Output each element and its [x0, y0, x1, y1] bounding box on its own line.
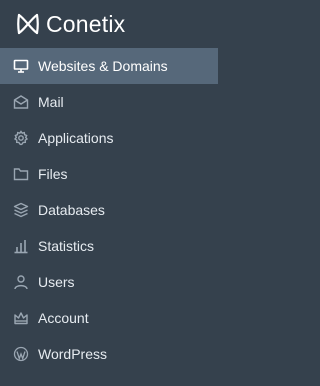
nav-item-files[interactable]: Files [0, 156, 218, 192]
nav-item-users[interactable]: Users [0, 264, 218, 300]
nav-label: Users [38, 274, 75, 290]
database-icon [12, 201, 30, 219]
nav-label: Mail [38, 94, 64, 110]
nav-item-databases[interactable]: Databases [0, 192, 218, 228]
nav-item-wordpress[interactable]: WordPress [0, 336, 218, 372]
nav-label: Databases [38, 202, 105, 218]
nav-label: Applications [38, 130, 114, 146]
folder-icon [12, 165, 30, 183]
gear-icon [12, 129, 30, 147]
bar-chart-icon [12, 237, 30, 255]
nav-item-statistics[interactable]: Statistics [0, 228, 218, 264]
nav-label: Files [38, 166, 68, 182]
conetix-logo-icon [14, 10, 42, 38]
brand[interactable]: Conetix [0, 0, 218, 48]
main-nav: Websites & Domains Mail Applications Fil… [0, 48, 218, 372]
nav-item-websites-domains[interactable]: Websites & Domains [0, 48, 218, 84]
nav-item-mail[interactable]: Mail [0, 84, 218, 120]
envelope-icon [12, 93, 30, 111]
nav-label: WordPress [38, 346, 107, 362]
brand-name: Conetix [46, 11, 126, 37]
wordpress-icon [12, 345, 30, 363]
monitor-icon [12, 57, 30, 75]
user-icon [12, 273, 30, 291]
nav-label: Statistics [38, 238, 95, 254]
account-crown-icon [12, 309, 30, 327]
nav-item-applications[interactable]: Applications [0, 120, 218, 156]
nav-item-account[interactable]: Account [0, 300, 218, 336]
nav-label: Account [38, 310, 89, 326]
sidebar: Conetix Websites & Domains Mail Applicat… [0, 0, 218, 386]
nav-label: Websites & Domains [38, 58, 168, 74]
